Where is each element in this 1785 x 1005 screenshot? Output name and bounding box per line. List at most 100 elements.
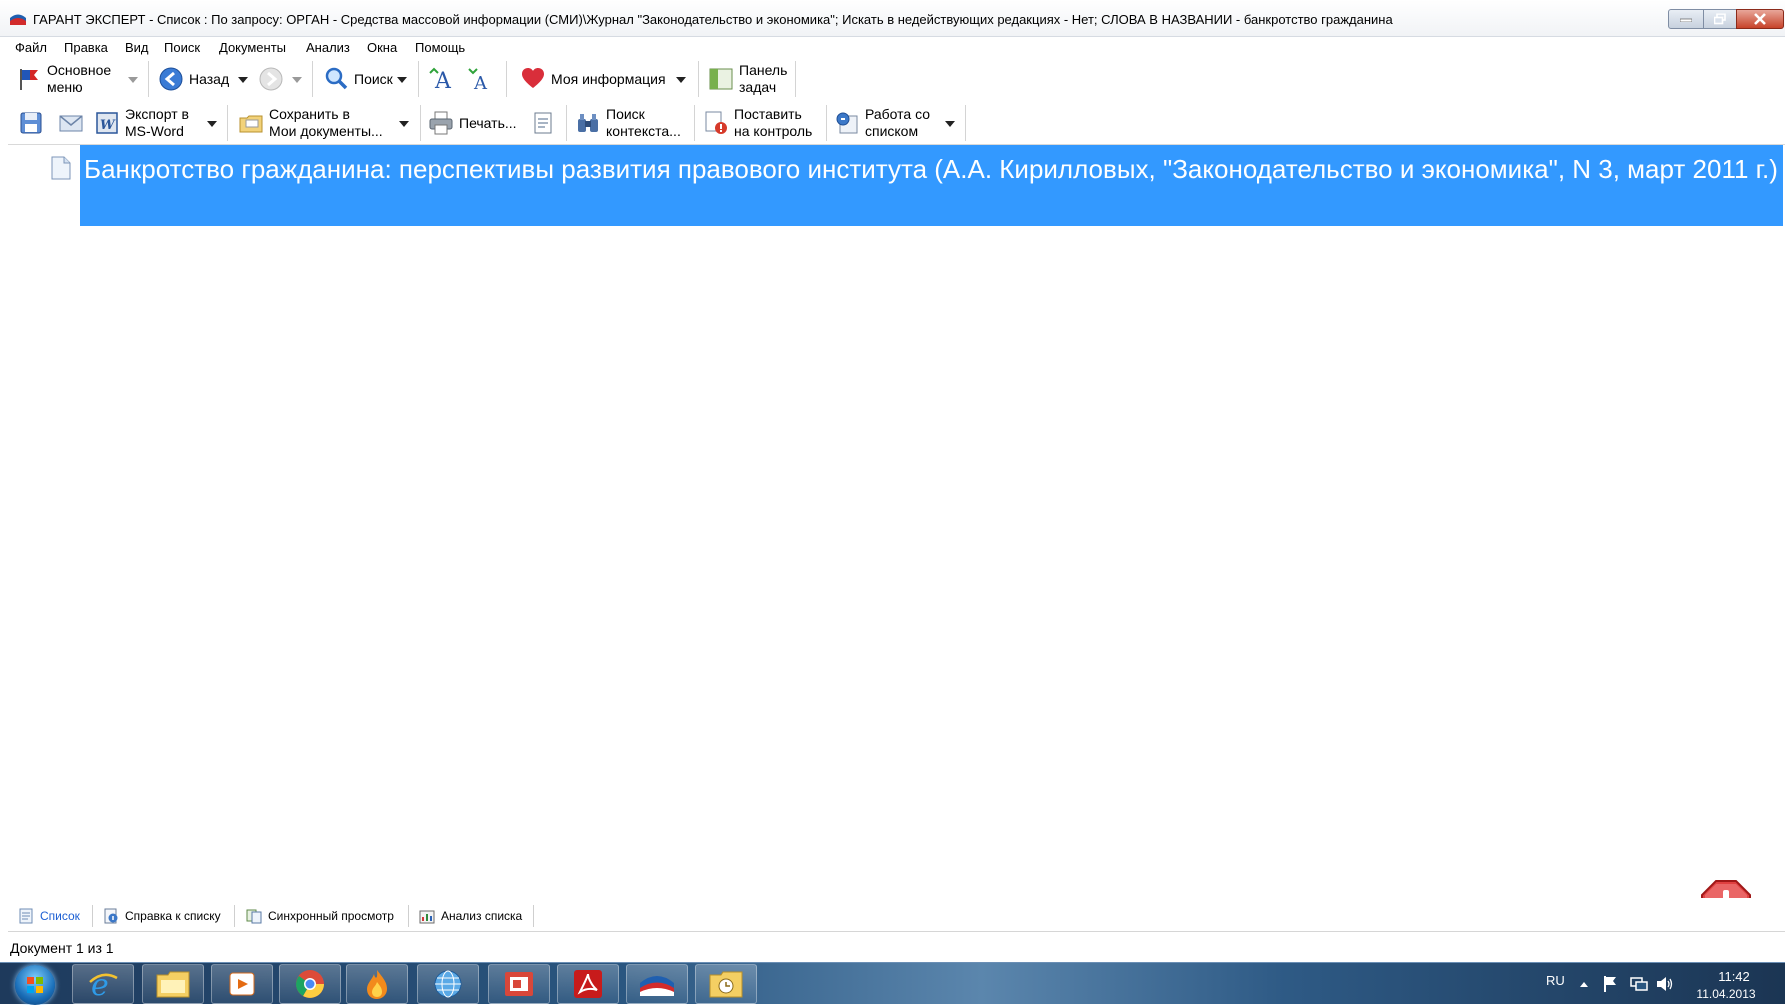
- save-to-my-documents-button[interactable]: Сохранить в Мои документы...: [238, 103, 383, 143]
- toolbar-separator: [795, 61, 796, 97]
- print-preview-button[interactable]: [530, 103, 556, 143]
- search-dropdown-arrow[interactable]: [397, 77, 407, 83]
- volume-icon[interactable]: [1656, 976, 1674, 992]
- toolbar-separator: [148, 61, 149, 97]
- taskbar-adobe-reader[interactable]: [557, 964, 619, 1004]
- increase-font-button[interactable]: A: [428, 59, 454, 99]
- heart-icon: [522, 68, 544, 88]
- print-button[interactable]: Печать...: [428, 103, 517, 143]
- back-button[interactable]: Назад: [158, 59, 229, 99]
- action-center-flag-icon[interactable]: [1602, 975, 1618, 993]
- forward-button[interactable]: [258, 59, 284, 99]
- toolbar-separator: [506, 61, 507, 97]
- clock-folder-icon: [709, 971, 743, 998]
- list-tools-icon: [836, 112, 858, 134]
- windows-logo-icon: [27, 977, 43, 993]
- list-item[interactable]: Банкротство гражданина: перспективы разв…: [80, 145, 1783, 226]
- title-bar[interactable]: ГАРАНТ ЭКСПЕРТ - Список : По запросу: ОР…: [0, 0, 1785, 37]
- clock-date[interactable]: 11.04.2013: [1690, 987, 1762, 1001]
- forward-arrow-icon: [259, 67, 283, 91]
- work-with-list-button[interactable]: Работа со списком: [834, 103, 930, 143]
- task-panel-icon: [709, 68, 733, 90]
- close-button[interactable]: [1736, 9, 1784, 29]
- export-word-dropdown-arrow[interactable]: [207, 121, 217, 127]
- show-hidden-icons-arrow-icon[interactable]: [1579, 981, 1589, 988]
- menu-edit[interactable]: Правка: [64, 40, 108, 55]
- taskbar-media-player[interactable]: [211, 964, 273, 1004]
- document-icon: [51, 156, 71, 180]
- application-window: ГАРАНТ ЭКСПЕРТ - Список : По запросу: ОР…: [0, 0, 1785, 1005]
- internet-explorer-icon: e: [89, 968, 118, 1000]
- menu-documents[interactable]: Документы: [219, 40, 286, 55]
- floppy-disk-icon: [20, 112, 42, 134]
- decrease-font-button[interactable]: A: [466, 59, 492, 99]
- menu-windows[interactable]: Окна: [367, 40, 397, 55]
- toolbar-separator: [694, 105, 695, 141]
- globe-icon: [434, 970, 462, 998]
- menu-analysis[interactable]: Анализ: [306, 40, 350, 55]
- taskbar-file-explorer[interactable]: [142, 964, 204, 1004]
- tab-synchronous-view[interactable]: Синхронный просмотр: [246, 906, 394, 926]
- work-with-list-dropdown-arrow[interactable]: [945, 121, 955, 127]
- menu-view[interactable]: Вид: [125, 40, 149, 55]
- taskbar-garant[interactable]: [626, 964, 688, 1004]
- menu-file[interactable]: Файл: [15, 40, 47, 55]
- garant-app-icon: [10, 14, 26, 25]
- forward-dropdown-arrow[interactable]: [292, 77, 302, 83]
- taskbar-scheduler[interactable]: [695, 964, 757, 1004]
- chrome-icon: [296, 970, 324, 998]
- save-to-my-documents-label: Сохранить в Мои документы...: [269, 106, 383, 139]
- status-text: Документ 1 из 1: [10, 940, 114, 956]
- back-label: Назад: [189, 70, 230, 87]
- taskbar-burning-app[interactable]: [346, 964, 408, 1004]
- tab-list-analysis-label: Анализ списка: [441, 909, 523, 923]
- tab-list-reference[interactable]: Справка к списку: [103, 906, 221, 926]
- toolbar-separator: [227, 105, 228, 141]
- main-menu-button[interactable]: Основное меню: [16, 59, 111, 99]
- export-word-button[interactable]: W Экспорт в MS-Word: [94, 103, 189, 143]
- restore-icon: [1714, 13, 1726, 25]
- taskbar-globe-app[interactable]: [417, 964, 479, 1004]
- save-to-my-documents-dropdown-arrow[interactable]: [399, 121, 409, 127]
- tab-list-label: Список: [40, 909, 80, 923]
- svg-text:W: W: [100, 118, 116, 133]
- maximize-button[interactable]: [1703, 9, 1737, 29]
- print-label: Печать...: [459, 114, 517, 131]
- search-button[interactable]: Поиск: [323, 59, 393, 99]
- my-information-button[interactable]: Моя информация: [520, 59, 666, 99]
- tab-list-reference-label: Справка к списку: [125, 909, 221, 923]
- my-information-label: Моя информация: [551, 70, 666, 87]
- search-label: Поиск: [354, 70, 393, 87]
- taskbar-presentation-app[interactable]: [488, 964, 550, 1004]
- language-indicator[interactable]: RU: [1546, 973, 1565, 988]
- document-list: Банкротство гражданина: перспективы разв…: [8, 145, 1785, 898]
- task-panel-button[interactable]: Панель задач: [708, 59, 787, 99]
- menu-bar: Файл Правка Вид Поиск Документы Анализ О…: [8, 37, 1785, 58]
- back-dropdown-arrow[interactable]: [238, 77, 248, 83]
- start-button[interactable]: [15, 965, 55, 1005]
- clock-time[interactable]: 11:42: [1709, 969, 1759, 984]
- tab-list[interactable]: Список: [18, 906, 80, 926]
- folder-icon: [156, 971, 190, 998]
- tab-list-analysis[interactable]: Анализ списка: [419, 906, 522, 926]
- svg-text:e: e: [91, 968, 109, 1000]
- menu-search[interactable]: Поиск: [164, 40, 200, 55]
- my-information-dropdown-arrow[interactable]: [676, 77, 686, 83]
- menu-help[interactable]: Помощь: [415, 40, 465, 55]
- tab-separator: [408, 905, 409, 927]
- media-player-icon: [229, 972, 255, 996]
- context-search-button[interactable]: Поиск контекста...: [575, 103, 681, 143]
- toolbar-separator: [418, 61, 419, 97]
- magnifier-icon: [325, 67, 348, 90]
- network-icon[interactable]: [1630, 976, 1648, 992]
- send-email-button[interactable]: [58, 103, 84, 143]
- minimize-button[interactable]: [1668, 9, 1704, 29]
- close-icon: [1754, 13, 1766, 25]
- main-menu-dropdown-arrow[interactable]: [128, 77, 138, 83]
- save-button[interactable]: [18, 103, 44, 143]
- put-on-control-button[interactable]: Поставить на контроль: [703, 103, 812, 143]
- work-with-list-label: Работа со списком: [865, 106, 931, 139]
- toolbar-separator: [566, 105, 567, 141]
- taskbar-internet-explorer[interactable]: e: [72, 964, 134, 1004]
- taskbar-chrome[interactable]: [279, 964, 341, 1004]
